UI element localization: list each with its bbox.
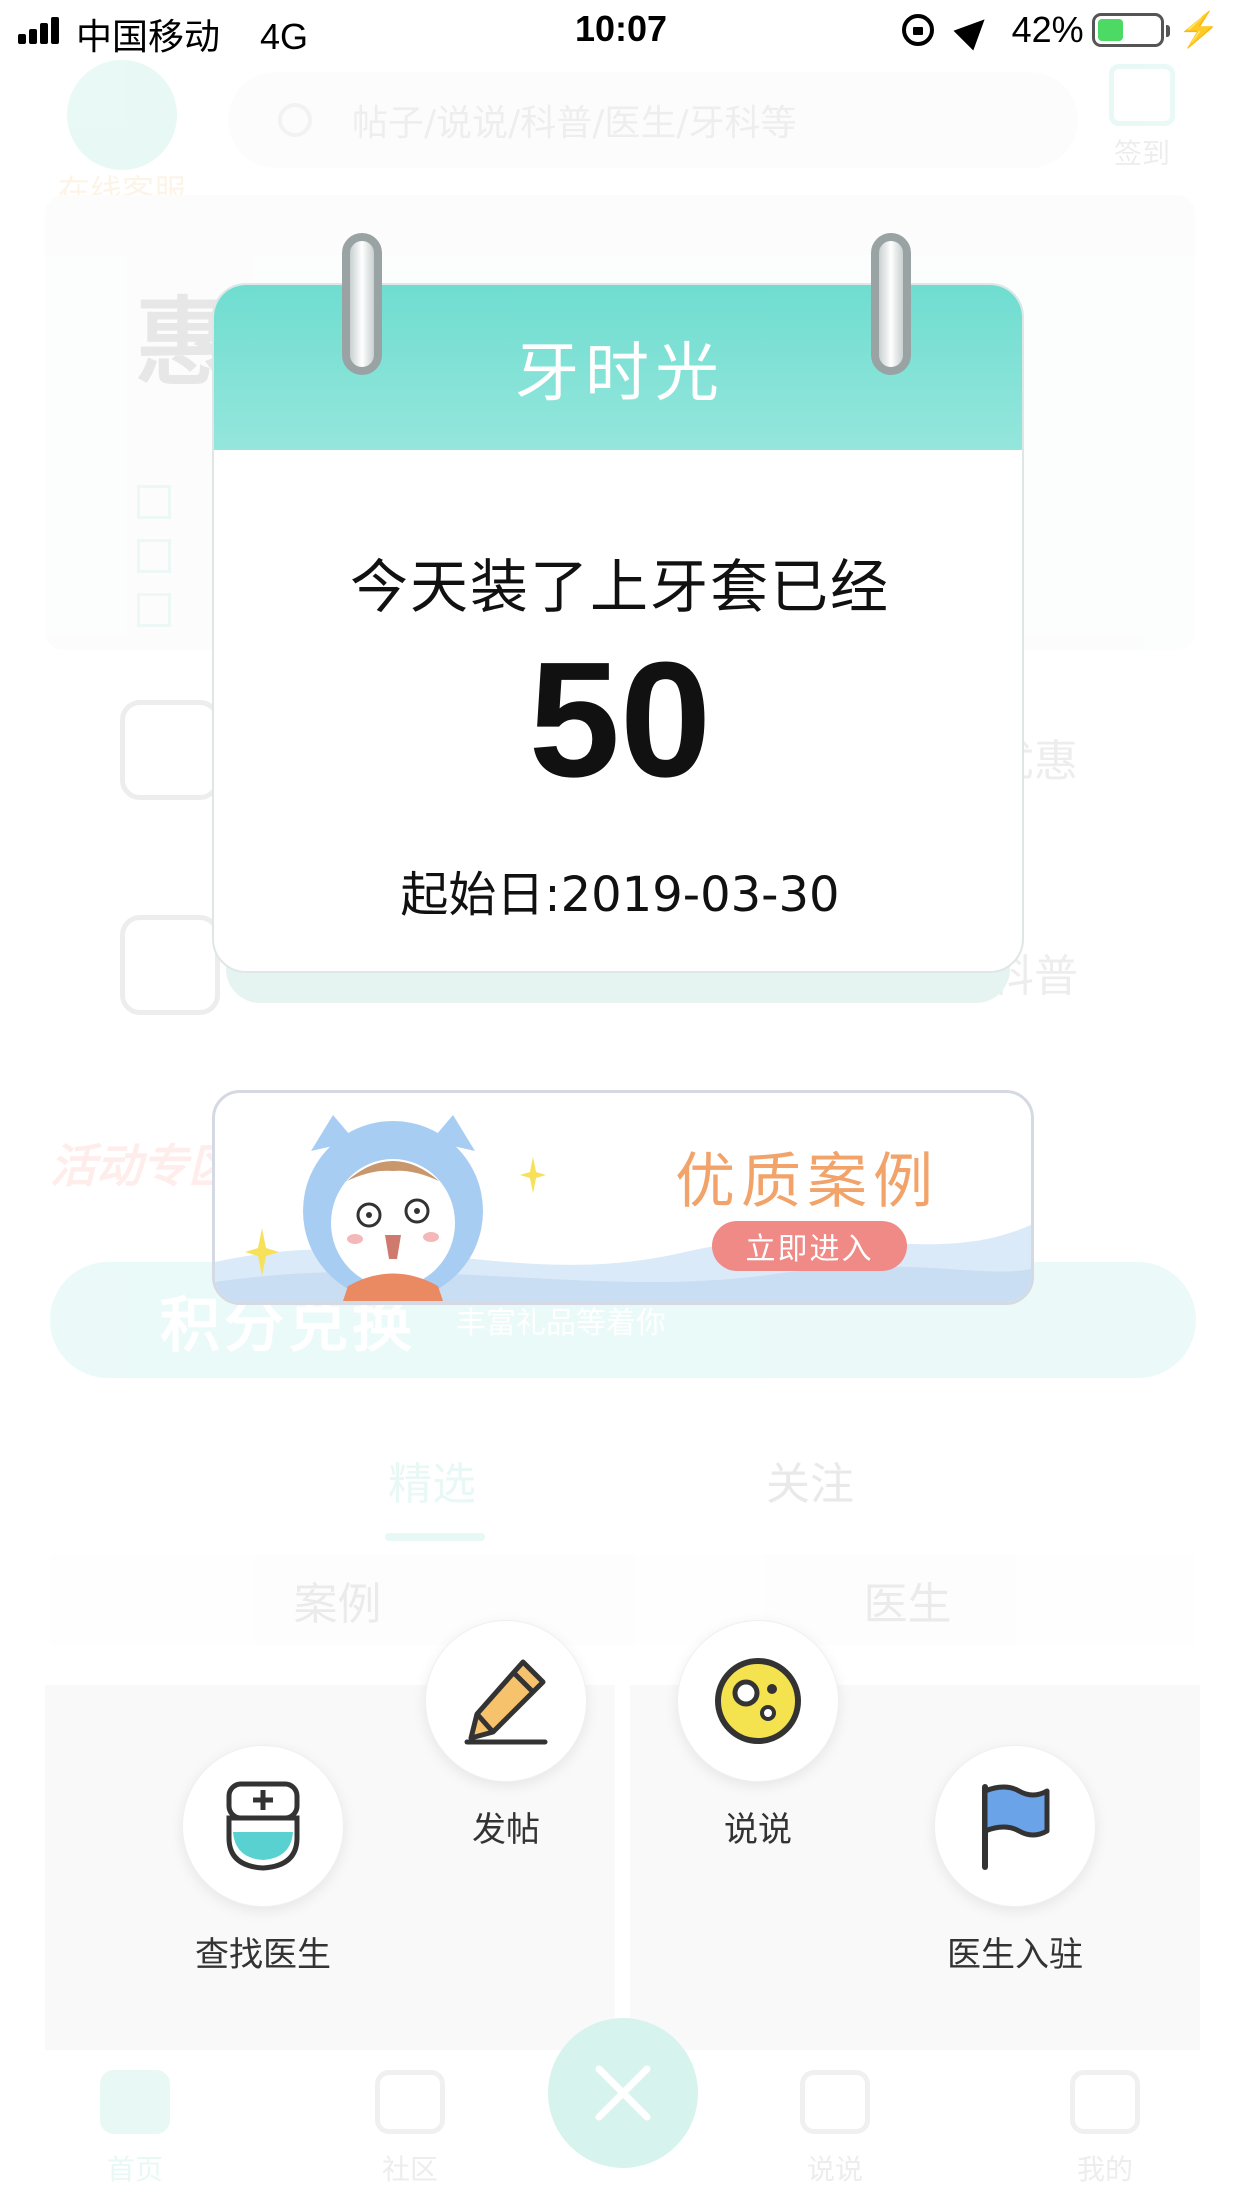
featured-cases-title: 优质案例	[675, 1147, 939, 1217]
calendar-body: 牙时光 今天装了上牙套已经 50 起始日:2019-03-30	[212, 283, 1024, 973]
shuoshuo-button[interactable]: 说说	[658, 1620, 858, 1851]
post-label: 发帖	[472, 1810, 540, 1850]
calendar-ring-icon	[871, 233, 911, 375]
close-icon	[595, 2065, 651, 2121]
calendar-day-count: 50	[528, 628, 712, 811]
location-arrow-icon	[953, 9, 995, 51]
find-doctor-circle	[182, 1745, 344, 1907]
calendar-ring-icon	[342, 233, 382, 375]
doctor-join-button[interactable]: 医生入驻	[915, 1745, 1115, 1976]
shuoshuo-label: 说说	[724, 1810, 792, 1850]
rotation-lock-icon	[901, 14, 934, 46]
status-right: 42% ⚡	[901, 8, 1220, 52]
doctor-icon	[226, 1781, 300, 1871]
battery-icon	[1091, 13, 1170, 47]
calendar-title: 牙时光	[515, 336, 725, 411]
featured-cases-banner[interactable]: 优质案例 立即进入	[212, 1090, 1034, 1305]
find-doctor-label: 查找医生	[195, 1935, 331, 1975]
battery-fill	[1097, 19, 1123, 41]
doctor-join-label: 医生入驻	[947, 1935, 1083, 1975]
close-menu-button[interactable]	[548, 2018, 698, 2168]
calendar-start-date: 起始日:2019-03-30	[400, 867, 840, 923]
pencil-icon	[464, 1659, 548, 1745]
sparkle-icon	[245, 1228, 279, 1276]
enter-now-button[interactable]: 立即进入	[712, 1221, 907, 1271]
post-button[interactable]: 发帖	[406, 1620, 606, 1851]
shuoshuo-circle	[677, 1620, 839, 1782]
battery-percent: 42%	[1011, 9, 1084, 50]
bubble-icon	[715, 1658, 801, 1744]
post-circle	[425, 1620, 587, 1782]
flag-icon	[982, 1784, 1050, 1870]
doctor-join-circle	[934, 1745, 1096, 1907]
cat-mascot-icon	[303, 1115, 483, 1301]
sparkle-icon	[520, 1156, 546, 1194]
calendar-caption: 今天装了上牙套已经	[349, 553, 890, 621]
find-doctor-button[interactable]: 查找医生	[163, 1745, 363, 1976]
tooth-time-calendar-card[interactable]: 牙时光 今天装了上牙套已经 50 起始日:2019-03-30	[212, 233, 1024, 1003]
status-bar: 中国移动 4G 10:07 42% ⚡	[0, 0, 1242, 62]
charging-bolt-icon: ⚡	[1177, 11, 1220, 49]
